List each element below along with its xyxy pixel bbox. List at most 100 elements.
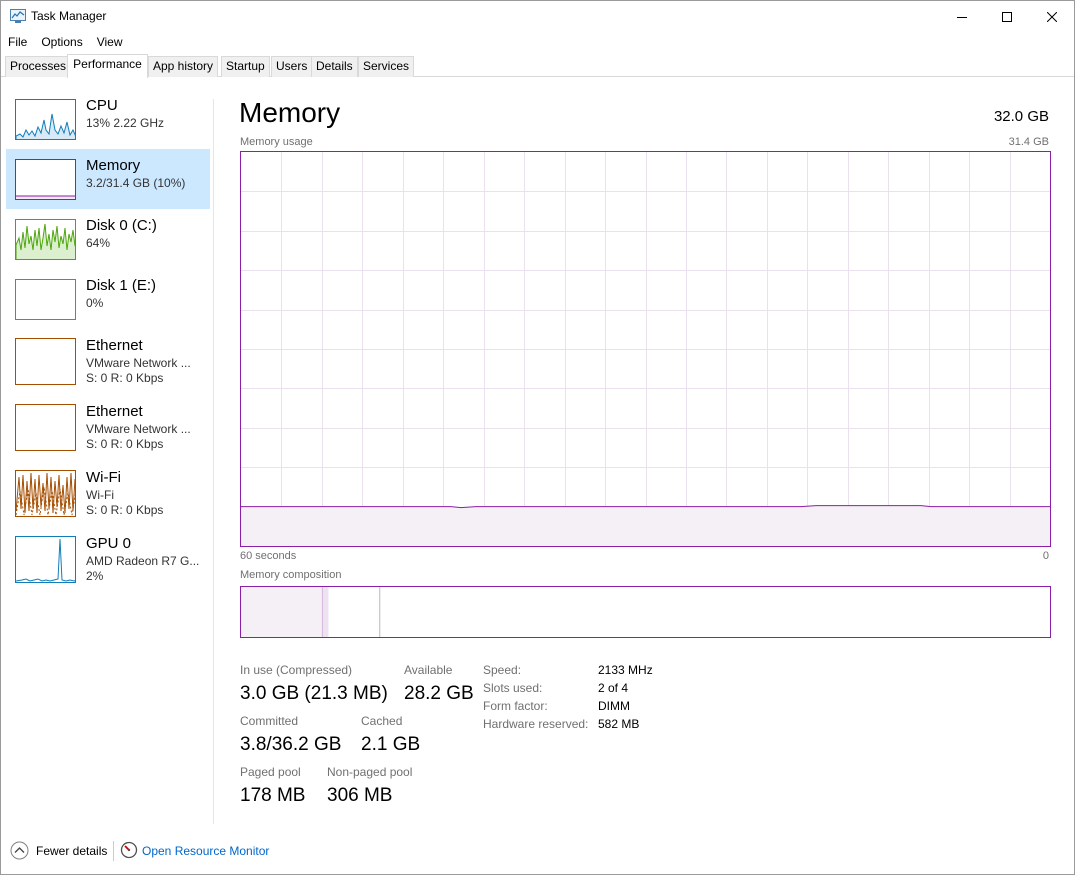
resource-monitor-icon[interactable] xyxy=(120,841,138,859)
menu-file[interactable]: File xyxy=(1,32,34,52)
page-title: Memory xyxy=(239,97,341,128)
fewer-details-button[interactable]: Fewer details xyxy=(36,844,107,858)
nonpaged-pool-value: 306 MB xyxy=(327,785,393,806)
sidebar-item-disk1[interactable]: Disk 1 (E:) 0% xyxy=(6,269,210,329)
sidebar-item-title: GPU 0 xyxy=(86,535,132,552)
sidebar-item-disk0[interactable]: Disk 0 (C:) 64% xyxy=(6,209,210,269)
available-value: 28.2 GB xyxy=(404,683,474,704)
tab-performance[interactable]: Performance xyxy=(67,54,148,78)
slots-used-value: 2 of 4 xyxy=(598,681,629,695)
cached-label: Cached xyxy=(361,714,403,728)
form-factor-value: DIMM xyxy=(598,699,630,713)
sidebar-item-gpu[interactable]: GPU 0 AMD Radeon R7 G... 2% xyxy=(6,527,210,593)
open-resource-monitor-link[interactable]: Open Resource Monitor xyxy=(142,844,269,858)
sidebar-item-throughput: S: 0 R: 0 Kbps xyxy=(86,437,164,451)
committed-label: Committed xyxy=(240,714,299,728)
panel-divider xyxy=(213,99,214,824)
tab-details[interactable]: Details xyxy=(311,56,358,77)
memory-composition-chart xyxy=(241,587,1050,637)
sidebar-item-subtitle: AMD Radeon R7 G... xyxy=(86,554,200,568)
sidebar-item-subtitle: 3.2/31.4 GB (10%) xyxy=(86,176,186,190)
sidebar-item-subtitle: 13% 2.22 GHz xyxy=(86,116,165,130)
close-button[interactable] xyxy=(1029,1,1075,32)
sidebar-item-title: Ethernet xyxy=(86,403,143,420)
sidebar-item-subtitle: 64% xyxy=(86,236,111,250)
composition-free[interactable] xyxy=(380,587,1050,637)
paged-pool-value: 178 MB xyxy=(240,785,306,806)
ethernet1-thumbnail xyxy=(15,338,76,385)
memory-total: 32.0 GB xyxy=(993,108,1049,125)
nonpaged-pool-label: Non-paged pool xyxy=(327,765,413,779)
slots-used-label: Slots used: xyxy=(483,681,543,695)
sidebar-item-title: Disk 0 (C:) xyxy=(86,217,157,234)
in-use-label: In use (Compressed) xyxy=(240,663,353,677)
composition-in-use[interactable] xyxy=(241,587,322,637)
memory-composition-label: Memory composition xyxy=(240,569,342,581)
menu-bar: File Options View xyxy=(1,32,130,52)
task-manager-window: Task Manager File Options View Processes… xyxy=(0,0,1075,875)
sidebar-item-title: Wi-Fi xyxy=(86,469,121,486)
memory-usage-label: Memory usage xyxy=(240,136,313,148)
sidebar-item-subtitle: Wi-Fi xyxy=(86,488,114,502)
memory-composition-bar xyxy=(240,586,1051,638)
sidebar-item-throughput: S: 0 R: 0 Kbps xyxy=(86,371,164,385)
tab-startup[interactable]: Startup xyxy=(221,56,270,77)
paged-pool-label: Paged pool xyxy=(240,765,301,779)
sidebar-item-cpu[interactable]: CPU 13% 2.22 GHz xyxy=(6,89,210,149)
committed-value: 3.8/36.2 GB xyxy=(240,734,342,755)
wifi-thumbnail xyxy=(15,470,76,517)
speed-value: 2133 MHz xyxy=(598,663,653,677)
hardware-reserved-label: Hardware reserved: xyxy=(483,717,589,731)
sidebar-item-throughput: S: 0 R: 0 Kbps xyxy=(86,503,164,517)
window-title: Task Manager xyxy=(31,9,107,23)
memory-usage-area xyxy=(241,505,1050,546)
disk0-thumbnail xyxy=(15,219,76,260)
minimize-button[interactable] xyxy=(939,1,985,32)
memory-usage-max: 31.4 GB xyxy=(1008,136,1049,148)
sidebar-item-title: CPU xyxy=(86,97,118,114)
sidebar-item-utilization: 2% xyxy=(86,569,104,583)
form-factor-label: Form factor: xyxy=(483,699,548,713)
cpu-thumbnail xyxy=(15,99,76,140)
available-label: Available xyxy=(404,663,453,677)
tab-processes[interactable]: Processes xyxy=(5,56,72,77)
sidebar-item-wifi[interactable]: Wi-Fi Wi-Fi S: 0 R: 0 Kbps xyxy=(6,461,210,527)
sidebar-item-subtitle: VMware Network ... xyxy=(86,422,191,436)
hardware-reserved-value: 582 MB xyxy=(598,717,640,731)
graph-grid xyxy=(241,152,1050,546)
menu-options[interactable]: Options xyxy=(34,32,89,52)
time-axis-end: 0 xyxy=(1042,550,1049,562)
menu-view[interactable]: View xyxy=(90,32,130,52)
memory-usage-chart xyxy=(241,152,1050,546)
sidebar-item-ethernet-1[interactable]: Ethernet VMware Network ... S: 0 R: 0 Kb… xyxy=(6,329,210,395)
time-axis-start: 60 seconds xyxy=(240,550,297,562)
sidebar-item-title: Ethernet xyxy=(86,337,143,354)
ethernet2-thumbnail xyxy=(15,404,76,451)
speed-label: Speed: xyxy=(483,663,522,677)
task-manager-icon xyxy=(10,9,26,23)
title-bar[interactable]: Task Manager xyxy=(1,1,1074,32)
tab-services[interactable]: Services xyxy=(358,56,415,77)
sidebar-item-subtitle: 0% xyxy=(86,296,104,310)
maximize-button[interactable] xyxy=(984,1,1030,32)
sidebar-item-memory[interactable]: Memory 3.2/31.4 GB (10%) xyxy=(6,149,210,209)
close-icon xyxy=(1047,11,1057,22)
minimize-icon xyxy=(957,16,967,18)
gpu-thumbnail xyxy=(15,536,76,583)
chevron-up-icon[interactable] xyxy=(10,841,29,860)
sidebar-item-subtitle: VMware Network ... xyxy=(86,356,191,370)
tab-users[interactable]: Users xyxy=(271,56,313,77)
memory-thumbnail xyxy=(15,159,76,200)
composition-standby[interactable] xyxy=(328,587,380,637)
sidebar-item-title: Disk 1 (E:) xyxy=(86,277,157,294)
footer-separator xyxy=(113,841,114,861)
cached-value: 2.1 GB xyxy=(361,734,421,755)
in-use-value: 3.0 GB (21.3 MB) xyxy=(240,683,388,704)
sidebar-item-title: Memory xyxy=(86,157,141,174)
tab-app-history[interactable]: App history xyxy=(148,56,219,77)
sidebar-item-ethernet-2[interactable]: Ethernet VMware Network ... S: 0 R: 0 Kb… xyxy=(6,395,210,461)
tab-strip: Processes Performance App history Startu… xyxy=(1,54,1074,78)
memory-usage-graph xyxy=(240,151,1051,547)
maximize-icon xyxy=(1002,11,1012,22)
disk1-thumbnail xyxy=(15,279,76,320)
